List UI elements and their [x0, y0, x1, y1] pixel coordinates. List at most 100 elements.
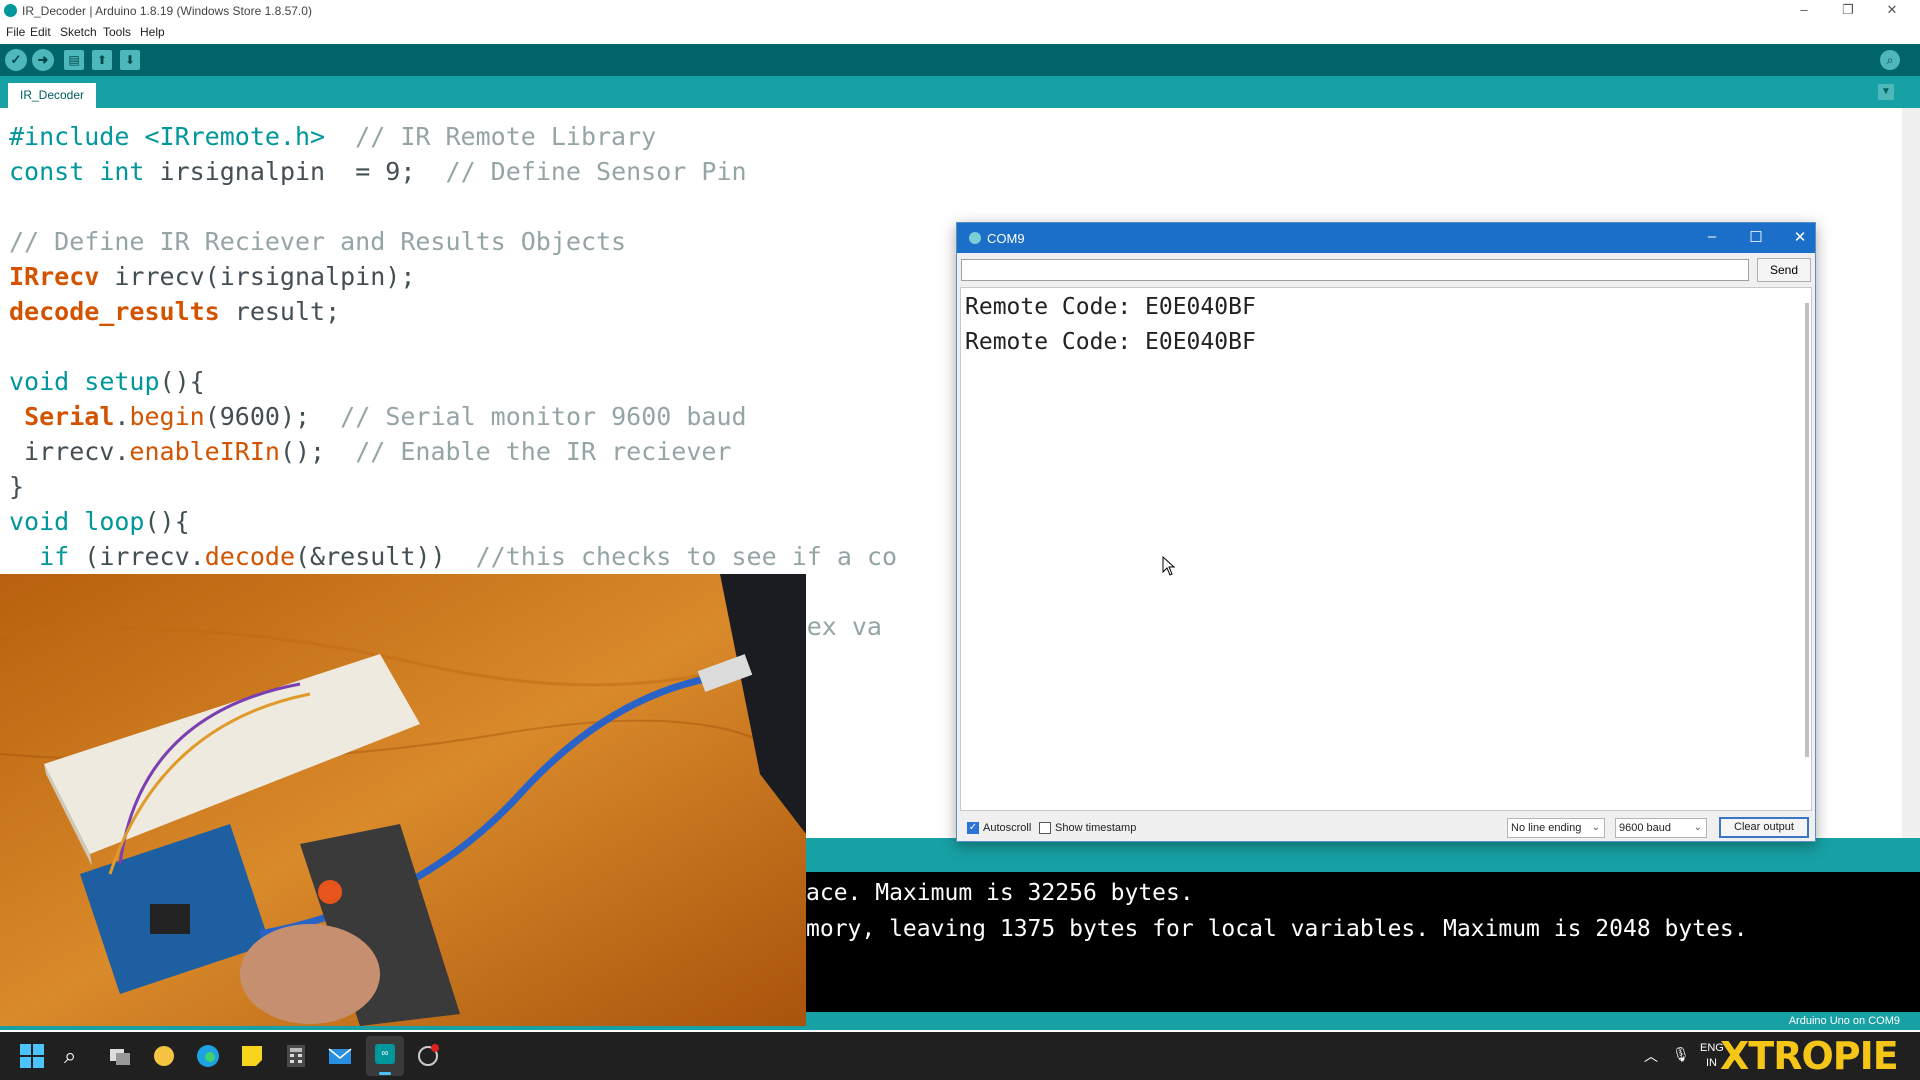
- board-status: Arduino Uno on COM9: [1788, 1015, 1900, 1027]
- hardware-photo: [0, 574, 806, 1026]
- code-token: Serial: [24, 402, 115, 431]
- open-sketch-icon[interactable]: ⬆: [92, 50, 112, 70]
- code-token: loop: [84, 507, 145, 536]
- code-line[interactable]: Serial.begin(9600); // Serial monitor 96…: [9, 402, 747, 431]
- line-ending-value: No line ending: [1511, 822, 1582, 834]
- arduino-app-icon: [4, 4, 17, 17]
- baud-select[interactable]: 9600 baud ⌄: [1615, 818, 1707, 838]
- code-line[interactable]: void loop(){: [9, 507, 190, 536]
- upload-icon[interactable]: ➜: [32, 49, 54, 71]
- active-indicator: [379, 1072, 391, 1075]
- code-token: (){: [159, 367, 205, 396]
- code-token: void: [9, 367, 70, 396]
- serial-output-area[interactable]: Remote Code: E0E040BF Remote Code: E0E04…: [960, 287, 1812, 811]
- code-line[interactable]: irrecv.enableIRIn(); // Enable the IR re…: [9, 437, 732, 466]
- minimize-icon[interactable]: –: [1697, 228, 1727, 245]
- baud-value: 9600 baud: [1619, 822, 1671, 834]
- close-icon[interactable]: ✕: [1785, 228, 1815, 246]
- code-line[interactable]: #include <IRremote.h> // IR Remote Libra…: [9, 122, 656, 151]
- windows-start-icon[interactable]: [20, 1044, 44, 1068]
- code-line[interactable]: }: [9, 472, 24, 501]
- language-indicator-2[interactable]: IN: [1706, 1057, 1717, 1069]
- serial-monitor-window: COM9 – ☐ ✕ Send Remote Code: E0E040BF Re…: [956, 222, 1816, 842]
- code-token: irsignalpin = 9;: [144, 157, 446, 186]
- timestamp-label: Show timestamp: [1055, 822, 1137, 834]
- code-line[interactable]: decode_results result;: [9, 297, 340, 326]
- code-token: }: [9, 472, 25, 501]
- camera-video-overlay: [0, 574, 806, 1026]
- serial-send-input[interactable]: [961, 259, 1749, 281]
- console-line: ace. Maximum is 32256 bytes.: [806, 880, 1194, 906]
- line-ending-select[interactable]: No line ending ⌄: [1507, 818, 1605, 838]
- serial-scrollbar[interactable]: [1805, 303, 1809, 757]
- code-token: // IR Remote Library: [325, 122, 657, 151]
- serial-title: COM9: [987, 231, 1025, 246]
- chevron-down-icon: ⌄: [1693, 822, 1702, 833]
- code-token: (9600);: [204, 402, 341, 431]
- code-token: decode_results: [9, 297, 220, 326]
- code-token: int: [99, 157, 145, 186]
- code-token: enableIRIn: [129, 437, 280, 466]
- timestamp-checkbox[interactable]: [1039, 822, 1051, 834]
- code-token: begin: [129, 402, 205, 431]
- verify-icon[interactable]: ✓: [5, 49, 27, 71]
- recording-app-icon[interactable]: [416, 1044, 440, 1068]
- code-token: IRrecv: [9, 262, 100, 291]
- tab-ir-decoder[interactable]: IR_Decoder: [8, 83, 96, 108]
- code-line[interactable]: if (irrecv.decode(&result)) //this check…: [9, 542, 897, 571]
- tab-menu-icon[interactable]: ▼: [1878, 84, 1894, 100]
- restore-icon[interactable]: ❐: [1828, 2, 1868, 20]
- microphone-icon[interactable]: 🎙: [1672, 1046, 1690, 1063]
- code-token: // Enable the IR reciever: [355, 437, 732, 466]
- code-token: const: [9, 157, 85, 186]
- toolbar: ✓ ➜ ▤ ⬆ ⬇ ⌕: [0, 44, 1920, 76]
- serial-title-bar: COM9 – ☐ ✕: [957, 223, 1815, 253]
- code-line[interactable]: void setup(){: [9, 367, 205, 396]
- code-token: ();: [279, 437, 356, 466]
- code-token: if: [39, 542, 70, 571]
- new-sketch-icon[interactable]: ▤: [64, 50, 84, 70]
- code-line[interactable]: IRrecv irrecv(irsignalpin);: [9, 262, 415, 291]
- code-token: #include <IRremote.h>: [9, 122, 326, 151]
- channel-watermark: XTROPIE: [1720, 1034, 1899, 1078]
- menu-tools[interactable]: Tools: [103, 25, 131, 39]
- widgets-icon[interactable]: [152, 1044, 176, 1068]
- autoscroll-checkbox[interactable]: ✓: [967, 822, 979, 834]
- maximize-icon[interactable]: ☐: [1741, 228, 1771, 246]
- save-sketch-icon[interactable]: ⬇: [120, 50, 140, 70]
- clear-output-button[interactable]: Clear output: [1719, 817, 1809, 838]
- editor-scrollbar[interactable]: [1902, 108, 1920, 838]
- menu-file[interactable]: File: [6, 25, 25, 39]
- title-bar: IR_Decoder | Arduino 1.8.19 (Windows Sto…: [0, 0, 1920, 22]
- chevron-up-icon[interactable]: ︿: [1644, 1046, 1658, 1066]
- code-line[interactable]: // Define IR Reciever and Results Object…: [9, 227, 626, 256]
- serial-footer: ✓ Autoscroll Show timestamp No line endi…: [957, 815, 1815, 841]
- serial-monitor-icon[interactable]: ⌕: [1880, 50, 1900, 70]
- search-icon[interactable]: ⌕: [64, 1044, 88, 1068]
- arduino-taskbar-button[interactable]: ∞: [366, 1036, 404, 1076]
- send-button[interactable]: Send: [1757, 258, 1811, 282]
- mail-icon[interactable]: [328, 1044, 352, 1068]
- menu-help[interactable]: Help: [140, 25, 165, 39]
- close-icon[interactable]: ✕: [1872, 2, 1912, 20]
- calculator-icon[interactable]: [284, 1044, 308, 1068]
- menu-sketch[interactable]: Sketch: [60, 25, 97, 39]
- serial-output-line: Remote Code: E0E040BF: [965, 294, 1256, 320]
- menu-edit[interactable]: Edit: [30, 25, 51, 39]
- code-token: (irrecv.: [69, 542, 205, 571]
- code-token: (){: [144, 507, 190, 536]
- code-token: irrecv.: [9, 437, 130, 466]
- edge-browser-icon[interactable]: [196, 1044, 220, 1068]
- mouse-cursor-icon: [1162, 556, 1176, 576]
- task-view-icon[interactable]: [108, 1044, 132, 1068]
- arduino-app-icon: [969, 232, 981, 244]
- sticky-notes-icon[interactable]: [240, 1044, 264, 1068]
- taskbar: ⌕ ∞: [0, 1032, 1920, 1080]
- menu-bar: File Edit Sketch Tools Help: [0, 22, 1920, 42]
- minimize-icon[interactable]: –: [1784, 2, 1824, 20]
- code-line[interactable]: const int irsignalpin = 9; // Define Sen…: [9, 157, 747, 186]
- arduino-app-icon: ∞: [375, 1044, 395, 1064]
